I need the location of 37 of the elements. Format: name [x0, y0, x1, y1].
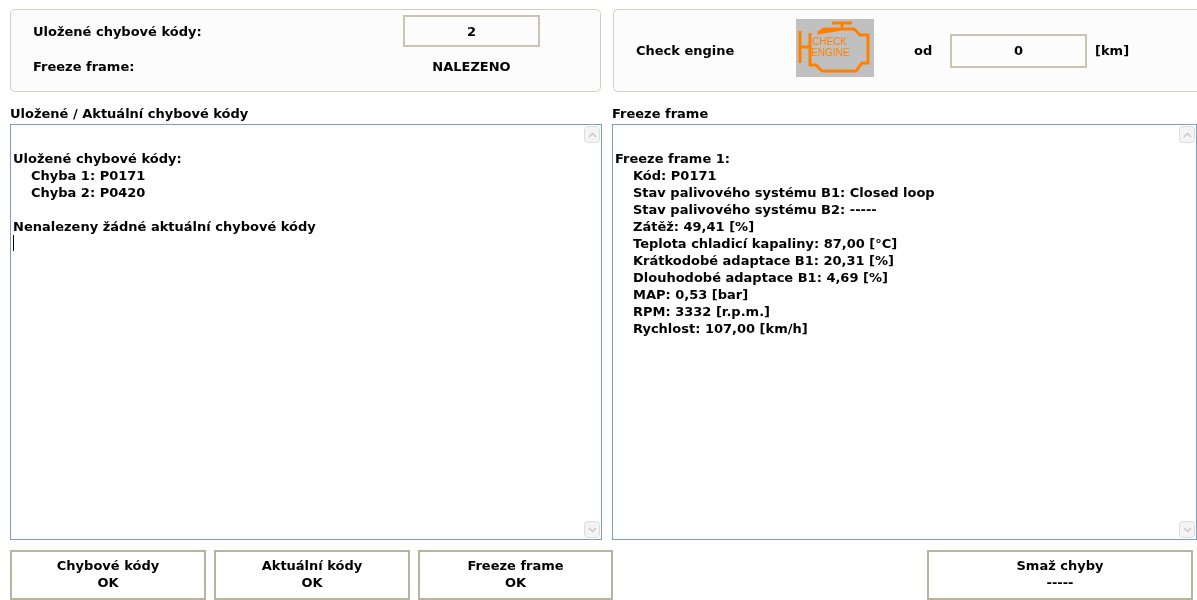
status-button[interactable]: Aktuální kódy OK [214, 550, 410, 600]
text-line: Dlouhodobé adaptace B1: 4,69 [%] [632, 269, 889, 286]
text-line: Kód: P0171 [632, 167, 718, 184]
scroll-up-button[interactable] [1179, 126, 1195, 143]
text-line: Uložené chybové kódy: [13, 150, 183, 167]
text-line: Teplota chladicí kapaliny: 87,00 [°C] [632, 235, 899, 252]
text-line: RPM: 3332 [r.p.m.] [632, 303, 771, 320]
scroll-down-button[interactable] [1179, 521, 1195, 538]
text-line: Chyba 2: P0420 [30, 184, 147, 201]
text-line: Stav palivového systému B2: ----- [632, 201, 878, 218]
text-line: Nenalezeny žádné aktuální chybové kódy [13, 218, 317, 235]
status-button[interactable]: Freeze frame OK [418, 550, 613, 600]
field-label: Uložené chybové kódy: [33, 22, 202, 40]
panel-title: Freeze frame [612, 105, 710, 123]
icon-label: CHECK ENGINE [812, 35, 850, 58]
text-line: Freeze frame 1: [615, 150, 731, 167]
distance-field: 0 [950, 33, 1087, 68]
field-label: Freeze frame: [33, 57, 135, 75]
status-button[interactable]: Smaž chyby ----- [927, 550, 1193, 600]
text-line: Krátkodobé adaptace B1: 20,31 [%] [632, 252, 895, 269]
text-caret [13, 235, 14, 251]
status-button[interactable]: Chybové kódy OK [10, 550, 206, 600]
scroll-down-button[interactable] [584, 521, 600, 538]
text-area[interactable]: Uložené chybové kódy: Chyba 1: P0171 Chyba 2: P0420 Nenalezeny žádné aktuální chybové kódy [10, 124, 602, 540]
panel-title: Uložené / Aktuální chybové kódy [10, 105, 250, 123]
unit-label: [km] [1095, 42, 1130, 59]
check-engine-label: Check engine [636, 42, 736, 59]
text-line: Stav palivového systému B1: Closed loop [632, 184, 936, 201]
text-line: Zátěž: 49,41 [%] [632, 218, 756, 235]
status-value: NALEZENO [431, 57, 512, 75]
scroll-up-button[interactable] [584, 126, 600, 143]
text-line: Chyba 1: P0171 [30, 167, 147, 184]
count-field: 2 [403, 15, 540, 47]
text-area[interactable] [612, 124, 1197, 540]
from-label: od [914, 42, 934, 59]
text-line: MAP: 0,53 [bar] [632, 286, 750, 303]
text-line: Rychlost: 107,00 [km/h] [632, 320, 809, 337]
